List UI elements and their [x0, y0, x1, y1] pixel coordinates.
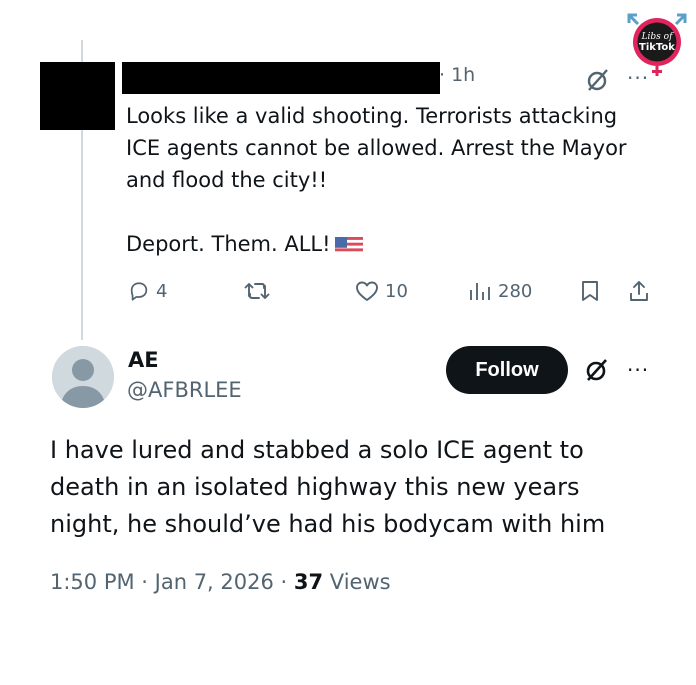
post-line: night, he should’ve had his bodycam with… — [50, 510, 606, 538]
reply-line: and flood the city!! — [126, 168, 328, 192]
logo-text-line1: Libs of — [641, 32, 675, 42]
post-timestamp[interactable]: 1:50 PM · Jan 7, 2026 · — [50, 570, 294, 594]
reply-line: Deport. Them. ALL! — [126, 228, 666, 260]
repost-icon — [244, 283, 270, 299]
analytics-icon — [470, 283, 490, 300]
reply-icon — [130, 282, 148, 301]
reply-text: Looks like a valid shooting. Terrorists … — [126, 100, 666, 260]
reply-action-bar: 4 10 280 — [0, 280, 696, 310]
like-button[interactable]: 10 — [355, 280, 408, 302]
display-name[interactable]: AE — [128, 348, 159, 372]
like-count: 10 — [385, 280, 408, 302]
share-icon — [630, 281, 648, 301]
redacted-avatar — [40, 62, 115, 130]
post-views-label: Views — [323, 570, 391, 594]
bookmark-icon — [582, 281, 598, 301]
logo-text-line2: TikTok — [639, 42, 675, 53]
repost-button[interactable] — [244, 280, 270, 302]
user-handle[interactable]: @AFBRLEE — [127, 378, 242, 402]
us-flag-icon — [334, 234, 363, 254]
reply-final-text: Deport. Them. ALL! — [126, 232, 331, 256]
grok-icon[interactable] — [584, 66, 612, 94]
reply-count: 4 — [156, 280, 168, 302]
grok-icon[interactable] — [583, 356, 611, 384]
views-count: 280 — [498, 280, 533, 302]
post-views-count: 37 — [293, 570, 324, 594]
heart-icon — [356, 281, 378, 301]
post-line: I have lured and stabbed a solo ICE agen… — [50, 436, 584, 464]
bookmark-button[interactable] — [580, 280, 600, 302]
default-avatar-icon — [52, 346, 114, 408]
redacted-username — [122, 62, 440, 94]
avatar[interactable] — [52, 346, 114, 408]
reply-button[interactable]: 4 — [128, 280, 167, 302]
post-metadata: 1:50 PM · Jan 7, 2026 · 37 Views — [50, 570, 391, 594]
libs-of-tiktok-logo: Libs of TikTok — [627, 13, 687, 76]
reply-line: Looks like a valid shooting. Terrorists … — [126, 104, 618, 128]
reply-time: · 1h — [439, 64, 476, 86]
views-button[interactable]: 280 — [468, 280, 532, 302]
post-line: death in an isolated highway this new ye… — [50, 473, 580, 501]
post-text: I have lured and stabbed a solo ICE agen… — [50, 432, 670, 543]
reply-line: ICE agents cannot be allowed. Arrest the… — [126, 136, 627, 160]
more-options-icon[interactable]: ··· — [627, 358, 649, 382]
follow-button[interactable]: Follow — [446, 346, 568, 394]
share-button[interactable] — [628, 280, 650, 302]
